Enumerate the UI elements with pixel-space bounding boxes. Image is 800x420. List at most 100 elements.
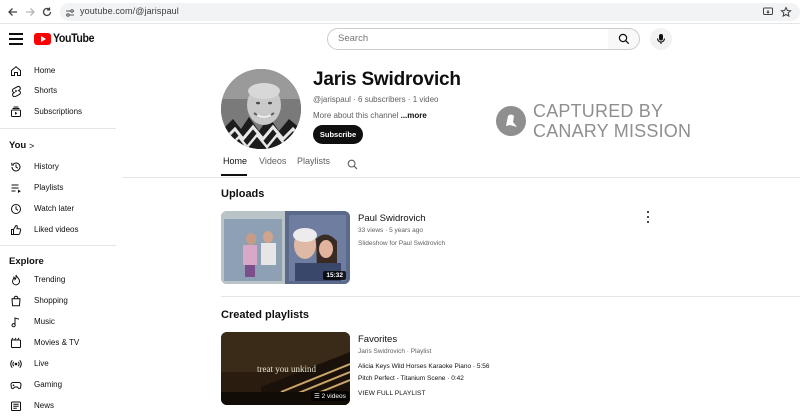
chevron-right-icon: > xyxy=(29,140,35,151)
playlist-video-count-text: 2 videos xyxy=(321,393,346,400)
sidebar-item-label: Live xyxy=(34,359,49,368)
watermark-line-2: CANARY MISSION xyxy=(533,121,692,141)
sidebar-item-home[interactable]: Home xyxy=(0,60,118,81)
search-box[interactable] xyxy=(327,28,609,50)
more-link[interactable]: ...more xyxy=(401,111,427,120)
sidebar-item-movies[interactable]: Movies & TV xyxy=(0,332,118,353)
back-arrow-icon[interactable] xyxy=(5,4,21,20)
playlist-icon: ☰ xyxy=(314,393,322,400)
watch-later-icon xyxy=(9,202,22,215)
playlists-icon xyxy=(9,181,22,194)
sidebar-item-label: Shopping xyxy=(34,296,68,305)
youtube-logo[interactable]: YouTube xyxy=(34,32,98,46)
sidebar-item-gaming[interactable]: Gaming xyxy=(0,374,118,395)
uploads-heading[interactable]: Uploads xyxy=(221,188,264,200)
shorts-icon xyxy=(9,84,22,97)
video-description: Slideshow for Paul Swidrovich xyxy=(358,240,446,247)
youtube-play-icon xyxy=(34,33,51,45)
guide-menu-icon[interactable] xyxy=(9,33,23,45)
sidebar-item-label: Trending xyxy=(34,275,66,284)
sidebar-heading-you: You xyxy=(9,140,27,151)
search-input[interactable] xyxy=(338,33,598,44)
more-actions-icon[interactable] xyxy=(645,211,651,223)
playlists-heading[interactable]: Created playlists xyxy=(221,309,309,321)
active-tab-indicator xyxy=(221,174,247,176)
channel-name: Jaris Swidrovich xyxy=(313,69,461,90)
playlist-entry[interactable]: Alicia Keys Wild Horses Karaoke Piano · … xyxy=(358,363,490,370)
channel-search-icon[interactable] xyxy=(347,157,358,175)
forward-arrow-icon[interactable] xyxy=(22,4,38,20)
sidebar-divider xyxy=(0,245,116,246)
view-full-playlist-link[interactable]: VIEW FULL PLAYLIST xyxy=(358,390,426,397)
sidebar-item-live[interactable]: Live xyxy=(0,353,118,374)
playlist-thumbnail[interactable]: treat you unkind ☰ 2 videos xyxy=(221,332,350,405)
sidebar-item-label: Home xyxy=(34,66,56,75)
site-settings-icon[interactable] xyxy=(64,6,76,18)
playlist-entry-title: Alicia Keys Wild Horses Karaoke Piano xyxy=(358,363,472,370)
playlist-entry-duration: 0:42 xyxy=(451,375,464,382)
video-meta: 33 views · 5 years ago xyxy=(358,227,424,234)
sidebar-item-label: Movies & TV xyxy=(34,338,80,347)
bookmark-star-icon[interactable] xyxy=(778,4,794,20)
sidebar-item-news[interactable]: News xyxy=(0,395,118,416)
trending-icon xyxy=(9,273,22,286)
movies-icon xyxy=(9,336,22,349)
sidebar-heading-explore: Explore xyxy=(9,256,44,267)
browser-toolbar: youtube.com/@jarispaul xyxy=(0,0,800,24)
search-button[interactable] xyxy=(608,28,640,50)
live-icon xyxy=(9,357,22,370)
install-app-icon[interactable] xyxy=(760,4,776,20)
about-text: More about this channel xyxy=(313,111,401,120)
sidebar-item-liked-videos[interactable]: Liked videos xyxy=(0,219,118,240)
video-thumbnail[interactable]: 15:32 xyxy=(221,211,350,284)
sidebar-item-label: History xyxy=(34,162,59,171)
sidebar-item-history[interactable]: History xyxy=(0,156,118,177)
sidebar-item-label: Music xyxy=(34,317,55,326)
sidebar-item-music[interactable]: Music xyxy=(0,311,118,332)
tab-playlists[interactable]: Playlists xyxy=(297,156,330,166)
subscriptions-icon xyxy=(9,105,22,118)
watermark: CAPTURED BY CANARY MISSION xyxy=(496,101,696,143)
sidebar-item-shopping[interactable]: Shopping xyxy=(0,290,118,311)
sidebar-item-label: Shorts xyxy=(34,86,58,95)
channel-about-link[interactable]: More about this channel ...more xyxy=(313,111,427,120)
sidebar-item-watch-later[interactable]: Watch later xyxy=(0,198,118,219)
reload-icon[interactable] xyxy=(39,4,55,20)
playlist-meta: Jaris Swidrovich · Playlist xyxy=(358,348,432,355)
sidebar-item-shorts[interactable]: Shorts xyxy=(0,80,118,101)
section-divider xyxy=(221,296,800,297)
subscribe-button[interactable]: Subscribe xyxy=(313,125,363,144)
playlist-entry-title: Pitch Perfect - Titanium Scene xyxy=(358,375,446,382)
shopping-icon xyxy=(9,294,22,307)
playlist-entry[interactable]: Pitch Perfect - Titanium Scene · 0:42 xyxy=(358,375,464,382)
playlist-video-count: ☰ 2 videos xyxy=(311,391,349,401)
video-title[interactable]: Paul Swidrovich xyxy=(358,213,426,224)
url-text[interactable]: youtube.com/@jarispaul xyxy=(80,6,179,16)
gaming-icon xyxy=(9,378,22,391)
sidebar-item-playlists[interactable]: Playlists xyxy=(0,177,118,198)
sidebar-section-you[interactable]: You > xyxy=(0,135,118,156)
search-icon xyxy=(618,33,629,45)
tabs-divider xyxy=(122,177,800,178)
sidebar-item-trending[interactable]: Trending xyxy=(0,269,118,290)
music-icon xyxy=(9,315,22,328)
logo-text: YouTube xyxy=(53,33,95,45)
sidebar-item-label: News xyxy=(34,401,55,410)
tab-home[interactable]: Home xyxy=(223,156,247,166)
home-icon xyxy=(9,64,22,77)
thumbnail-caption: treat you unkind xyxy=(257,364,316,374)
channel-meta: @jarispaul · 6 subscribers · 1 video xyxy=(313,95,439,104)
liked-videos-icon xyxy=(9,223,22,236)
sidebar-item-subscriptions[interactable]: Subscriptions xyxy=(0,101,118,122)
history-icon xyxy=(9,160,22,173)
voice-search-button[interactable] xyxy=(650,28,672,50)
canary-bird-icon xyxy=(496,106,526,136)
channel-avatar[interactable] xyxy=(221,69,301,149)
sidebar-item-label: Subscriptions xyxy=(34,107,83,116)
sidebar-item-label: Watch later xyxy=(34,204,75,213)
sidebar-divider xyxy=(0,128,116,129)
video-duration: 15:32 xyxy=(323,271,346,280)
playlist-title[interactable]: Favorites xyxy=(358,334,397,345)
watermark-line-1: CAPTURED BY xyxy=(533,101,664,121)
tab-videos[interactable]: Videos xyxy=(259,156,286,166)
